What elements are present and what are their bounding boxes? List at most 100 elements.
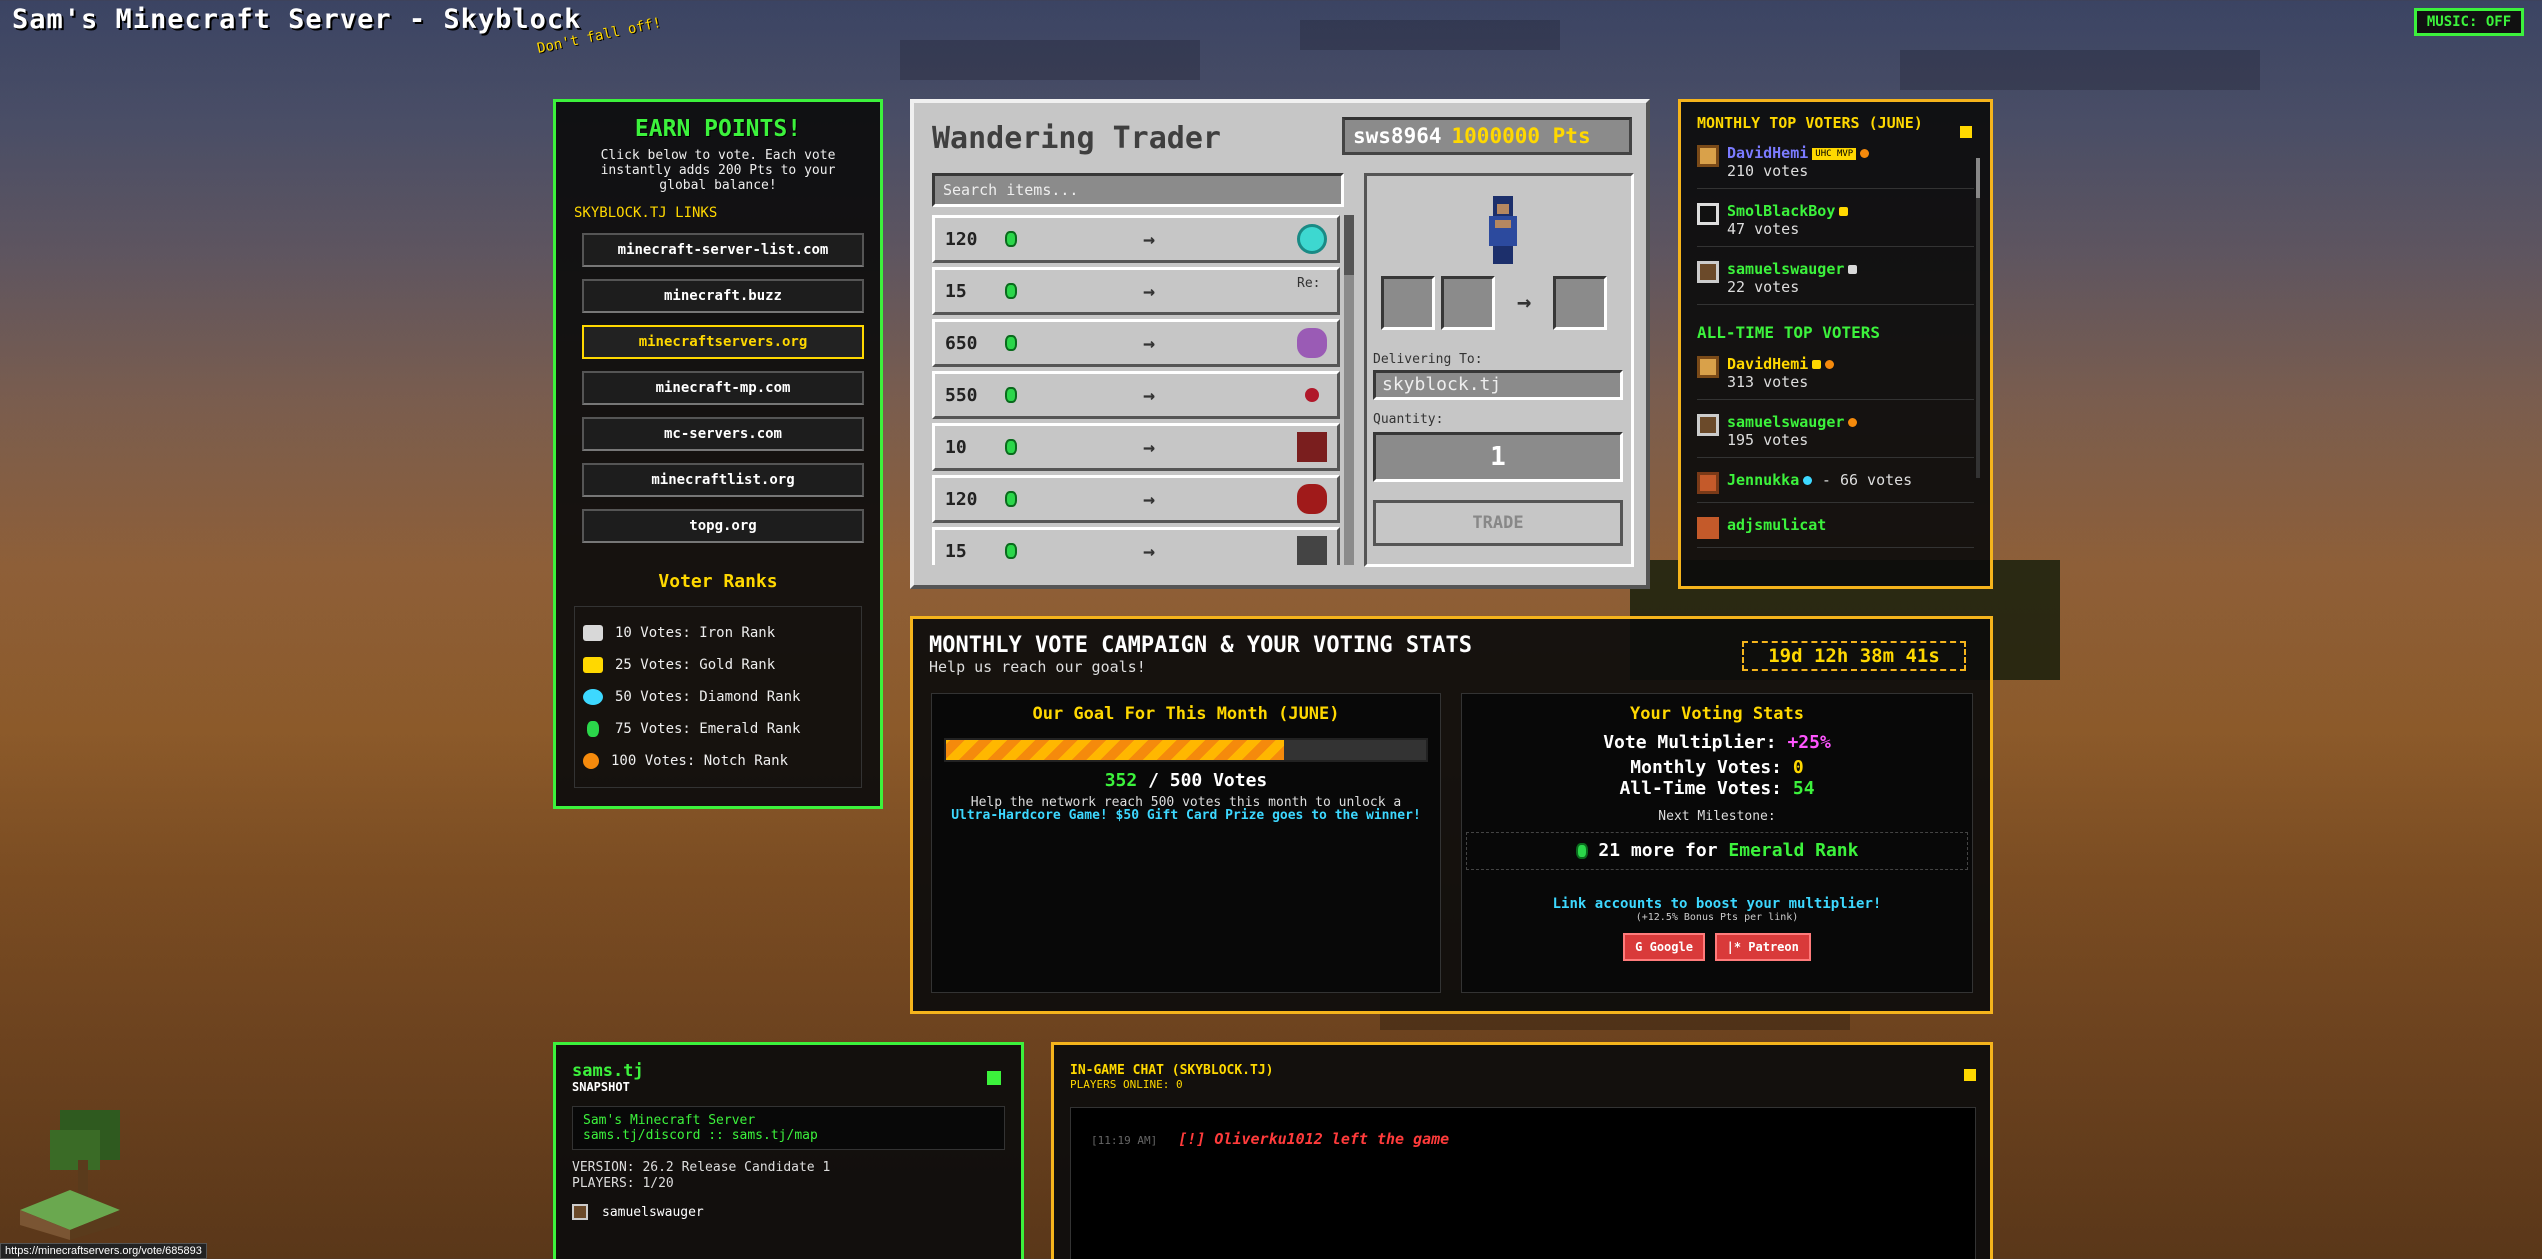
vote-link[interactable]: minecraftlist.org (582, 463, 864, 497)
voting-stats-panel: Your Voting Stats Vote Multiplier: +25% … (1461, 693, 1973, 993)
trade-row[interactable]: 120 → (932, 215, 1340, 263)
trade-row[interactable]: 10 → (932, 423, 1340, 471)
voter-row: SmolBlackBoy 47 votes (1697, 201, 1974, 247)
multiplier-stat: Vote Multiplier: +25% (1462, 732, 1972, 753)
auth-buttons: G Google |* Patreon (1462, 933, 1972, 961)
scrollbar-thumb[interactable] (1344, 215, 1354, 275)
rank-row: 100 Votes: Notch Rank (583, 745, 853, 777)
trade-row[interactable]: 15 → (932, 527, 1340, 565)
emerald-icon (1005, 335, 1017, 351)
rank-label: 50 Votes: Diamond Rank (615, 689, 801, 705)
blackstone-item-icon (1297, 536, 1327, 565)
next-milestone-label: Next Milestone: (1658, 809, 1776, 824)
iron-ingot-icon (1848, 265, 1858, 274)
crown-icon (1812, 360, 1822, 369)
trade-button[interactable]: TRADE (1373, 500, 1623, 546)
voter-info: samuelswauger 195 votes (1727, 412, 1858, 449)
next-milestone: 21 more for Emerald Rank (1466, 832, 1968, 870)
diamond-item-icon (1297, 224, 1327, 254)
voter-votes: 210 votes (1727, 162, 1809, 180)
golden-apple-icon (1848, 418, 1858, 427)
goal-description: Help the network reach 500 votes this mo… (944, 796, 1428, 822)
vote-link-active[interactable]: minecraftservers.org (582, 325, 864, 359)
voter-votes: - 66 votes (1821, 471, 1913, 489)
vote-link[interactable]: mc-servers.com (582, 417, 864, 451)
voter-name: samuelswauger (1727, 260, 1845, 278)
voter-name: DavidHemi (1727, 355, 1809, 373)
output-slot[interactable] (1553, 276, 1607, 330)
vote-link[interactable]: minecraft-mp.com (582, 371, 864, 405)
golden-apple-icon (1825, 360, 1835, 369)
voters-scrollbar[interactable] (1976, 158, 1980, 478)
voter-name: SmolBlackBoy (1727, 202, 1836, 220)
trade-row[interactable]: 650 → (932, 319, 1340, 367)
chat-log: [11:19 AM] [!] Oliverku1012 left the gam… (1070, 1107, 1976, 1259)
alltime-votes-value: 54 (1792, 778, 1815, 799)
vote-link[interactable]: topg.org (582, 509, 864, 543)
item-search-input[interactable]: Search items... (932, 173, 1344, 207)
arrow-icon: → (1517, 288, 1532, 316)
voter-votes: 47 votes (1727, 220, 1800, 238)
voter-name: DavidHemi (1727, 144, 1809, 162)
google-link-button[interactable]: G Google (1623, 933, 1705, 961)
input-slot[interactable] (1441, 276, 1495, 330)
trade-cost: 15 (945, 280, 967, 302)
trade-cost: 650 (945, 332, 978, 354)
rank-badge: UHC MVP (1812, 147, 1857, 160)
chat-message: [11:19 AM] [!] Oliverku1012 left the gam… (1091, 1130, 1975, 1148)
voter-info: DavidHemi 313 votes (1727, 354, 1835, 391)
golden-apple-icon (583, 753, 599, 769)
username: sws8964 (1353, 124, 1442, 148)
rank-label: 75 Votes: Emerald Rank (615, 721, 801, 737)
chat-text: [!] Oliverku1012 left the game (1178, 1130, 1450, 1148)
background-cloud (1300, 20, 1560, 50)
top-voters-panel: MONTHLY TOP VOTERS (JUNE) DavidHemi UHC M… (1678, 99, 1993, 589)
earn-heading: EARN POINTS! (634, 116, 802, 142)
diamond-icon (1803, 476, 1813, 485)
points-value: 1000000 Pts (1451, 124, 1591, 148)
arrow-icon: → (1143, 331, 1156, 355)
trade-row[interactable]: 15 → Re: (932, 267, 1340, 315)
rank-row: 50 Votes: Diamond Rank (583, 681, 853, 713)
server-snapshot-panel: sams.tj SNAPSHOT Sam's Minecraft Server … (553, 1042, 1024, 1259)
players-online: PLAYERS ONLINE: 0 (1070, 1078, 1183, 1091)
voter-info: DavidHemi UHC MVP 210 votes (1727, 143, 1870, 180)
delivering-input[interactable]: skyblock.tj (1373, 370, 1623, 400)
earn-points-panel: EARN POINTS! Click below to vote. Each v… (553, 99, 883, 809)
iron-ingot-icon (583, 625, 603, 641)
quantity-label: Quantity: (1373, 412, 1444, 427)
music-toggle-button[interactable]: MUSIC: OFF (2414, 8, 2524, 36)
page-title: Sam's Minecraft Server - Skyblock (12, 4, 582, 35)
voter-row: samuelswauger 22 votes (1697, 259, 1974, 305)
player-head-icon (1697, 356, 1719, 378)
motd-line: sams.tj/discord :: sams.tj/map (583, 1128, 818, 1143)
goal-total: / 500 Votes (1148, 770, 1268, 791)
emerald-icon (1005, 283, 1017, 299)
scrollbar-thumb[interactable] (1976, 158, 1980, 198)
trade-row[interactable]: 550 → (932, 371, 1340, 419)
emerald-icon (1005, 387, 1017, 403)
rank-row: 10 Votes: Iron Rank (583, 617, 853, 649)
input-slot[interactable] (1381, 276, 1435, 330)
patreon-link-button[interactable]: |* Patreon (1714, 933, 1811, 961)
vote-link[interactable]: minecraft.buzz (582, 279, 864, 313)
background-cloud (1900, 50, 2260, 90)
alltime-voters-title: ALL-TIME TOP VOTERS (1697, 323, 1881, 342)
milestone-rank: Emerald Rank (1728, 840, 1859, 861)
voter-row: DavidHemi 313 votes (1697, 354, 1974, 400)
trade-row[interactable]: 120 → (932, 475, 1340, 523)
emerald-icon (1575, 843, 1588, 859)
panel-indicator-icon (1964, 1069, 1976, 1081)
multiplier-value: +25% (1787, 732, 1831, 753)
rank-row: 25 Votes: Gold Rank (583, 649, 853, 681)
arrow-icon: → (1143, 279, 1156, 303)
trade-list-scrollbar[interactable] (1344, 215, 1354, 565)
in-game-chat-panel: IN-GAME CHAT (SKYBLOCK.TJ) PLAYERS ONLIN… (1051, 1042, 1993, 1259)
quantity-input[interactable]: 1 (1373, 432, 1623, 482)
broken-image-icon: Re: (1297, 276, 1321, 291)
vote-link[interactable]: minecraft-server-list.com (582, 233, 864, 267)
voter-info: Jennukka - 66 votes (1727, 470, 1912, 489)
voter-row: adjsmulicat (1697, 515, 1974, 548)
arrow-icon: → (1143, 487, 1156, 511)
voter-info: adjsmulicat (1727, 515, 1826, 534)
